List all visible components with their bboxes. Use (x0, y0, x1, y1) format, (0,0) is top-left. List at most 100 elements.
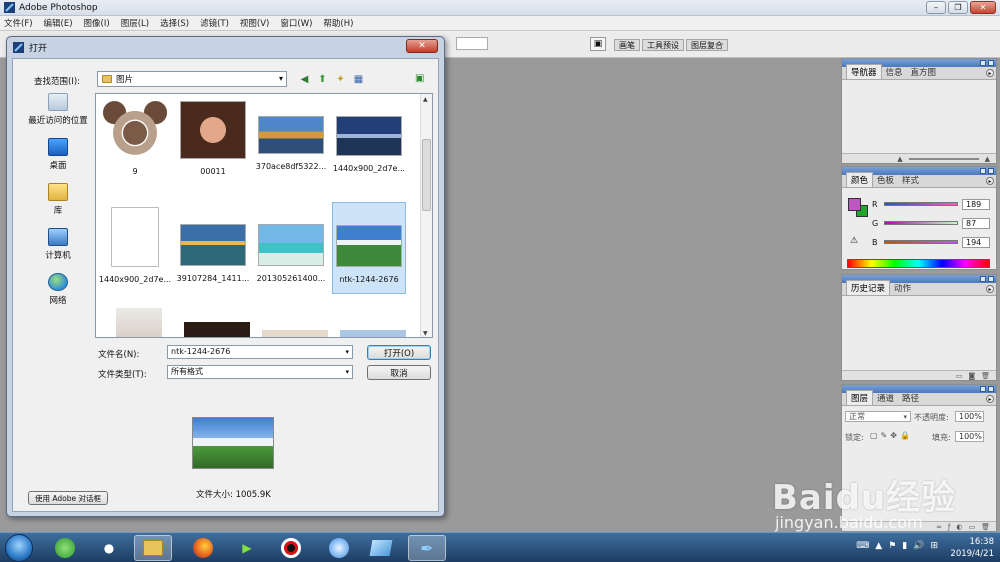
blue-value-input[interactable]: 194 (962, 236, 990, 248)
fill-input[interactable]: 100% (955, 431, 984, 442)
tab-paths[interactable]: 路径 (898, 391, 923, 405)
use-adobe-dialog-button[interactable]: 使用 Adobe 对话框 (28, 491, 108, 505)
new-folder-icon[interactable]: ✦ (334, 73, 347, 86)
menu-file[interactable]: 文件(F) (4, 17, 33, 29)
file-tile[interactable]: 370ace8df5322... (254, 96, 328, 186)
tab-navigator[interactable]: 导航器 (846, 64, 882, 79)
start-button[interactable] (5, 534, 33, 562)
panel-close-button[interactable] (988, 386, 994, 392)
scrollbar-thumb[interactable] (422, 139, 431, 211)
menu-select[interactable]: 选择(S) (160, 17, 189, 29)
link-icon[interactable]: ∞ (936, 523, 942, 531)
taskbar-app-browser[interactable] (320, 535, 358, 561)
file-tile[interactable]: 39107284_1411... (176, 202, 250, 292)
blend-mode-select[interactable]: 正常 ▾ (845, 411, 911, 422)
panel-minimize-button[interactable] (980, 386, 986, 392)
menu-filter[interactable]: 滤镜(T) (200, 17, 229, 29)
panel-close-button[interactable] (988, 60, 994, 66)
folder-action-icon[interactable]: ▣ (415, 73, 429, 85)
menu-image[interactable]: 图像(I) (84, 17, 110, 29)
menu-help[interactable]: 帮助(H) (323, 17, 353, 29)
filename-input[interactable]: ntk-1244-2676 ▾ (167, 345, 353, 359)
gamut-warning-icon[interactable]: ⚠ (850, 236, 858, 246)
show-hidden-icon[interactable]: ▲ (875, 541, 882, 551)
red-value-input[interactable]: 189 (962, 198, 990, 210)
layer-style-icon[interactable]: ƒ (948, 523, 950, 531)
well-tab-tool-presets[interactable]: 工具预设 (642, 39, 684, 51)
open-button[interactable]: 打开(O) (367, 345, 431, 360)
scroll-down-icon[interactable]: ▼ (423, 330, 428, 337)
look-in-select[interactable]: 图片 ▾ (97, 71, 287, 87)
palette-well-icon[interactable]: ▣ (590, 37, 606, 51)
flag-icon[interactable]: ⚑ (888, 541, 896, 551)
new-layer-icon[interactable]: ▭ (968, 523, 975, 531)
mask-icon[interactable]: ◐ (956, 523, 962, 531)
options-field[interactable] (456, 37, 488, 50)
red-slider[interactable] (884, 202, 958, 206)
file-tile[interactable]: 1440x900_2d7e... (332, 96, 406, 186)
panel-menu-button[interactable]: ▸ (986, 395, 994, 403)
taskbar-app-explorer[interactable] (134, 535, 172, 561)
tab-swatches[interactable]: 色板 (873, 173, 898, 187)
zoom-track[interactable] (908, 157, 979, 160)
close-button[interactable]: ✕ (970, 1, 996, 14)
panel-menu-button[interactable]: ▸ (986, 69, 994, 77)
panel-minimize-button[interactable] (980, 276, 986, 282)
menu-window[interactable]: 窗口(W) (280, 17, 312, 29)
panel-minimize-button[interactable] (980, 168, 986, 174)
file-tile[interactable]: 201305261400... (254, 202, 328, 292)
trash-icon[interactable]: 🗑 (981, 372, 990, 380)
well-tab-brushes[interactable]: 画笔 (614, 39, 640, 51)
place-recent[interactable]: 最近访问的位置 (23, 93, 93, 138)
place-network[interactable]: 网络 (23, 273, 93, 318)
foreground-color-swatch[interactable] (848, 198, 861, 211)
cancel-button[interactable]: 取消 (367, 365, 431, 380)
color-spectrum-bar[interactable] (847, 259, 990, 268)
zoom-slider[interactable]: ▲ ▲ (842, 153, 996, 163)
zoom-out-icon[interactable]: ▲ (897, 155, 902, 163)
menu-layer[interactable]: 图层(L) (121, 17, 149, 29)
tab-layers[interactable]: 图层 (846, 390, 874, 405)
file-tile[interactable]: 1440x900_2d7e... (98, 202, 172, 292)
panel-minimize-button[interactable] (980, 60, 986, 66)
trash-icon[interactable]: 🗑 (981, 523, 990, 531)
menu-view[interactable]: 视图(V) (240, 17, 269, 29)
keyboard-icon[interactable]: ⌨ (856, 541, 869, 551)
volume-icon[interactable]: 🔊 (913, 541, 924, 551)
file-tile-selected[interactable]: ntk-1244-2676 (332, 202, 406, 294)
place-desktop[interactable]: 桌面 (23, 138, 93, 183)
network-tray-icon[interactable]: ▮ (902, 541, 907, 551)
taskbar-app-green[interactable] (46, 535, 84, 561)
tab-color[interactable]: 颜色 (846, 172, 874, 187)
back-icon[interactable]: ◀ (298, 73, 311, 86)
dialog-close-button[interactable]: ✕ (406, 39, 438, 53)
taskbar-app-notes[interactable] (362, 535, 400, 561)
new-document-icon[interactable]: ▭ (956, 372, 963, 380)
tab-history[interactable]: 历史记录 (846, 280, 891, 295)
taskbar-app-photoshop[interactable]: ✒ (408, 535, 446, 561)
tab-actions[interactable]: 动作 (890, 281, 915, 295)
tab-histogram[interactable]: 直方图 (907, 65, 941, 79)
minimize-button[interactable]: – (926, 1, 946, 14)
clock[interactable]: 16:38 2019/4/21 (950, 536, 994, 560)
green-slider[interactable] (884, 221, 958, 225)
filetype-select[interactable]: 所有格式 ▾ (167, 365, 353, 379)
up-folder-icon[interactable]: ⬆ (316, 73, 329, 86)
scroll-up-icon[interactable]: ▲ (423, 96, 428, 103)
tab-channels[interactable]: 通道 (873, 391, 898, 405)
panel-close-button[interactable] (988, 168, 994, 174)
file-tile[interactable]: 9 (98, 96, 172, 186)
taskbar-app-firefox[interactable] (184, 535, 222, 561)
chevron-down-icon[interactable]: ▾ (345, 346, 349, 358)
tab-styles[interactable]: 样式 (898, 173, 923, 187)
taskbar-app-media[interactable]: ▶ (228, 535, 266, 561)
restore-button[interactable]: ❐ (948, 1, 968, 14)
taskbar-app-recorder[interactable] (272, 535, 310, 561)
place-libraries[interactable]: 库 (23, 183, 93, 228)
place-computer[interactable]: 计算机 (23, 228, 93, 273)
view-menu-icon[interactable]: ▦ (352, 73, 365, 86)
well-tab-layer-comps[interactable]: 图层复合 (686, 39, 728, 51)
snapshot-icon[interactable]: ◙ (968, 372, 975, 380)
menu-edit[interactable]: 编辑(E) (44, 17, 73, 29)
opacity-input[interactable]: 100% (955, 411, 984, 422)
